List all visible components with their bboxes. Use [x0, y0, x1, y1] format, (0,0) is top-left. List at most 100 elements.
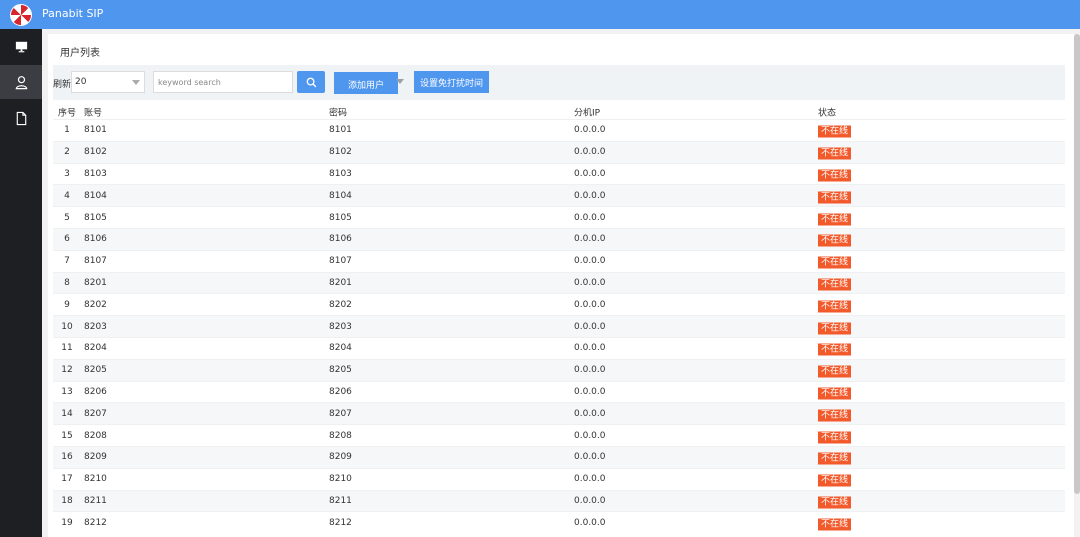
row-status: 不在线 [818, 494, 852, 509]
header-account[interactable]: 账号 [84, 106, 102, 119]
row-password: 8106 [329, 234, 352, 245]
row-status: 不在线 [818, 167, 852, 182]
row-ip: 0.0.0.0 [574, 343, 606, 354]
row-account: 8104 [84, 190, 107, 201]
row-no: 10 [61, 321, 73, 332]
status-badge: 不在线 [818, 409, 852, 422]
search-input[interactable] [153, 71, 293, 93]
status-badge: 不在线 [818, 234, 852, 247]
sidebar-item-users[interactable] [0, 65, 42, 99]
status-badge: 不在线 [818, 278, 852, 291]
row-status: 不在线 [818, 516, 852, 531]
header-status[interactable]: 状态 [818, 106, 836, 119]
row-account: 8202 [84, 299, 107, 310]
status-badge: 不在线 [818, 322, 852, 335]
row-password: 8107 [329, 256, 352, 267]
row-no: 18 [61, 495, 73, 506]
toolbar: 刷新 20 添加用户 设置免打扰时间 [53, 65, 1065, 100]
table-row[interactable]: 17 8210 8210 0.0.0.0 不在线 [53, 467, 1065, 490]
row-no: 1 [64, 125, 70, 136]
row-no: 7 [64, 256, 70, 267]
row-ip: 0.0.0.0 [574, 147, 606, 158]
row-ip: 0.0.0.0 [574, 168, 606, 179]
row-password: 8203 [329, 321, 352, 332]
row-status: 不在线 [818, 364, 852, 378]
row-password: 8212 [329, 517, 352, 528]
status-badge: 不在线 [818, 496, 852, 509]
row-account: 8106 [84, 234, 107, 245]
table-row[interactable]: 15 8208 8208 0.0.0.0 不在线 [53, 424, 1065, 446]
refresh-label: 刷新 [53, 80, 72, 90]
row-ip: 0.0.0.0 [574, 321, 606, 332]
table-row[interactable]: 12 8205 8205 0.0.0.0 不在线 [53, 358, 1065, 381]
status-badge: 不在线 [818, 191, 852, 204]
row-account: 8203 [84, 321, 107, 332]
sidebar-item-documents[interactable] [0, 101, 42, 135]
table-row[interactable]: 1 8101 8101 0.0.0.0 不在线 [53, 119, 1065, 141]
row-password: 8206 [329, 386, 352, 397]
row-ip: 0.0.0.0 [574, 430, 606, 441]
table-body: 1 8101 8101 0.0.0.0 不在线 2 8102 8102 0.0.0.0 不在线 3 8… [53, 119, 1065, 533]
refresh-interval-select[interactable]: 20 [71, 71, 145, 93]
row-ip: 0.0.0.0 [574, 212, 606, 223]
status-badge: 不在线 [818, 343, 852, 356]
row-status: 不在线 [818, 124, 852, 138]
row-account: 8204 [84, 343, 107, 354]
status-badge: 不在线 [818, 300, 852, 313]
table-row[interactable]: 5 8105 8105 0.0.0.0 不在线 [53, 206, 1065, 228]
table-row[interactable]: 4 8104 8104 0.0.0.0 不在线 [53, 184, 1065, 207]
table-row[interactable]: 9 8202 8202 0.0.0.0 不在线 [53, 293, 1065, 315]
row-no: 6 [64, 234, 70, 245]
table-row[interactable]: 7 8107 8107 0.0.0.0 不在线 [53, 249, 1065, 272]
row-account: 8207 [84, 408, 107, 419]
status-badge: 不在线 [818, 431, 852, 444]
table-row[interactable]: 19 8212 8212 0.0.0.0 不在线 [53, 511, 1065, 533]
row-password: 8207 [329, 408, 352, 419]
table-row[interactable]: 14 8207 8207 0.0.0.0 不在线 [53, 402, 1065, 425]
row-password: 8103 [329, 168, 352, 179]
row-no: 2 [64, 147, 70, 158]
search-icon [306, 77, 316, 87]
row-no: 12 [61, 365, 73, 376]
row-status: 不在线 [818, 298, 852, 313]
row-status: 不在线 [818, 189, 852, 204]
row-account: 8208 [84, 430, 107, 441]
row-password: 8101 [329, 125, 352, 136]
table-row[interactable]: 10 8203 8203 0.0.0.0 不在线 [53, 315, 1065, 337]
set-dnd-time-button[interactable]: 设置免打扰时间 [414, 71, 489, 93]
add-user-button[interactable]: 添加用户 [334, 72, 398, 94]
sidebar-item-monitor[interactable] [0, 29, 42, 63]
row-password: 8105 [329, 212, 352, 223]
row-ip: 0.0.0.0 [574, 386, 606, 397]
scrollbar[interactable] [1074, 34, 1080, 494]
table-row[interactable]: 2 8102 8102 0.0.0.0 不在线 [53, 140, 1065, 163]
table-row[interactable]: 13 8206 8206 0.0.0.0 不在线 [53, 380, 1065, 403]
row-no: 9 [64, 299, 70, 310]
row-ip: 0.0.0.0 [574, 299, 606, 310]
add-user-dropdown-icon[interactable] [396, 79, 404, 84]
row-ip: 0.0.0.0 [574, 452, 606, 463]
header-password[interactable]: 密码 [329, 106, 347, 119]
top-bar: Panabit SIP [0, 0, 1080, 29]
table-row[interactable]: 18 8211 8211 0.0.0.0 不在线 [53, 489, 1065, 512]
status-badge: 不在线 [818, 387, 852, 400]
status-badge: 不在线 [818, 125, 852, 138]
row-account: 8107 [84, 256, 107, 267]
row-account: 8101 [84, 125, 107, 136]
table-row[interactable]: 8 8201 8201 0.0.0.0 不在线 [53, 271, 1065, 294]
row-account: 8210 [84, 474, 107, 485]
row-account: 8102 [84, 147, 107, 158]
search-button[interactable] [297, 71, 325, 93]
table-row[interactable]: 16 8209 8209 0.0.0.0 不在线 [53, 445, 1065, 468]
table-row[interactable]: 3 8103 8103 0.0.0.0 不在线 [53, 162, 1065, 185]
header-no[interactable]: 序号 [53, 106, 81, 119]
row-password: 8102 [329, 147, 352, 158]
monitor-icon [15, 41, 27, 52]
table-row[interactable]: 6 8106 8106 0.0.0.0 不在线 [53, 227, 1065, 250]
status-badge: 不在线 [818, 452, 852, 465]
row-account: 8209 [84, 452, 107, 463]
header-ip[interactable]: 分机IP [574, 106, 600, 119]
row-no: 14 [61, 408, 73, 419]
refresh-interval-value: 20 [75, 77, 87, 87]
table-row[interactable]: 11 8204 8204 0.0.0.0 不在线 [53, 336, 1065, 359]
